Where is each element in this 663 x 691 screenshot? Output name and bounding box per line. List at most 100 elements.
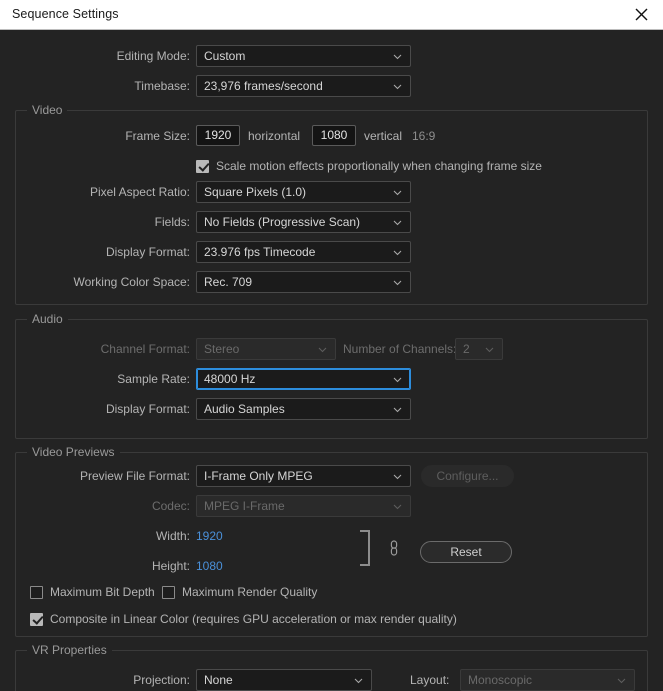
- audio-display-format-dropdown[interactable]: Audio Samples: [196, 398, 411, 420]
- audio-display-format-label: Display Format:: [105, 402, 190, 416]
- dialog-titlebar: Sequence Settings: [0, 0, 663, 30]
- codec-label: Codec:: [151, 499, 190, 513]
- scale-motion-label: Scale motion effects proportionally when…: [216, 159, 542, 173]
- num-channels-value: 2: [463, 342, 470, 356]
- video-display-format-dropdown[interactable]: 23.976 fps Timecode: [196, 241, 411, 263]
- checkbox-indicator: [30, 612, 43, 626]
- chevron-down-icon: [393, 278, 402, 287]
- color-space-value: Rec. 709: [204, 275, 253, 289]
- editing-mode-label: Editing Mode:: [116, 49, 190, 63]
- preview-file-format-value: I-Frame Only MPEG: [204, 469, 313, 483]
- reset-button[interactable]: Reset: [420, 541, 512, 563]
- maximum-bit-depth-label: Maximum Bit Depth: [50, 585, 155, 599]
- video-previews-group-title: Video Previews: [27, 445, 120, 459]
- horizontal-label: horizontal: [248, 129, 301, 143]
- chevron-down-icon: [393, 375, 402, 384]
- num-channels-label: Number of Channels:: [343, 342, 457, 356]
- sample-rate-dropdown[interactable]: 48000 Hz: [196, 368, 411, 390]
- checkbox-indicator: [196, 159, 209, 173]
- projection-dropdown[interactable]: None: [196, 669, 372, 691]
- chevron-down-icon: [393, 502, 402, 511]
- maximum-render-quality-checkbox[interactable]: Maximum Render Quality: [162, 583, 317, 601]
- video-display-format-value: 23.976 fps Timecode: [204, 245, 316, 259]
- dialog-title: Sequence Settings: [12, 7, 119, 21]
- video-display-format-label: Display Format:: [105, 245, 190, 259]
- timebase-dropdown[interactable]: 23,976 frames/second: [196, 75, 411, 97]
- close-icon: [635, 8, 647, 21]
- maximum-bit-depth-checkbox[interactable]: Maximum Bit Depth: [30, 583, 155, 601]
- preview-height-value[interactable]: 1080: [196, 555, 223, 577]
- frame-size-label: Frame Size:: [125, 129, 190, 143]
- frame-height-input[interactable]: 1080: [312, 125, 356, 146]
- timebase-label: Timebase:: [134, 79, 190, 93]
- chevron-down-icon: [393, 248, 402, 257]
- composite-linear-color-checkbox[interactable]: Composite in Linear Color (requires GPU …: [30, 610, 457, 628]
- pixel-aspect-value: Square Pixels (1.0): [204, 185, 307, 199]
- fields-dropdown[interactable]: No Fields (Progressive Scan): [196, 211, 411, 233]
- scale-motion-checkbox[interactable]: Scale motion effects proportionally when…: [196, 157, 542, 175]
- audio-group-title: Audio: [27, 312, 68, 326]
- audio-display-format-value: Audio Samples: [204, 402, 285, 416]
- video-group-title: Video: [27, 103, 68, 117]
- projection-value: None: [204, 673, 233, 687]
- fields-label: Fields:: [154, 215, 190, 229]
- checkbox-indicator: [162, 585, 175, 599]
- preview-height-row: Height:: [0, 555, 190, 577]
- channel-format-dropdown: Stereo: [196, 338, 336, 360]
- audio-display-format-row: Display Format:: [0, 398, 190, 420]
- chevron-down-icon: [393, 472, 402, 481]
- num-channels-dropdown: 2: [455, 338, 503, 360]
- aspect-ratio-text: 16:9: [412, 129, 436, 143]
- layout-value: Monoscopic: [468, 673, 533, 687]
- color-space-row: Working Color Space:: [0, 271, 191, 293]
- projection-label: Projection:: [133, 673, 190, 687]
- sequence-settings-dialog: Sequence Settings Editing Mode: Custom T…: [0, 0, 663, 691]
- layout-dropdown: Monoscopic: [460, 669, 635, 691]
- preview-height-label: Height:: [151, 559, 190, 573]
- sample-rate-value: 48000 Hz: [204, 372, 256, 386]
- composite-linear-color-label: Composite in Linear Color (requires GPU …: [50, 612, 457, 626]
- channel-format-value: Stereo: [204, 342, 240, 356]
- chain-link-icon[interactable]: [388, 538, 400, 558]
- checkbox-indicator: [30, 585, 43, 599]
- frame-size-row: Frame Size:: [0, 125, 190, 147]
- pixel-aspect-dropdown[interactable]: Square Pixels (1.0): [196, 181, 411, 203]
- sample-rate-row: Sample Rate:: [0, 368, 190, 390]
- chevron-down-icon: [393, 52, 402, 61]
- chevron-down-icon: [393, 218, 402, 227]
- vr-properties-group-title: VR Properties: [27, 643, 112, 657]
- editing-mode-value: Custom: [204, 49, 246, 63]
- editing-mode-dropdown[interactable]: Custom: [196, 45, 411, 67]
- frame-width-input[interactable]: 1920: [196, 125, 240, 146]
- codec-dropdown: MPEG I-Frame: [196, 495, 411, 517]
- color-space-dropdown[interactable]: Rec. 709: [196, 271, 411, 293]
- video-display-format-row: Display Format:: [0, 241, 190, 263]
- chevron-down-icon: [318, 345, 327, 354]
- preview-file-format-row: Preview File Format:: [0, 465, 190, 487]
- channel-format-row: Channel Format:: [0, 338, 190, 360]
- chevron-down-icon: [393, 82, 402, 91]
- pixel-aspect-row: Pixel Aspect Ratio:: [0, 181, 190, 203]
- preview-width-label: Width:: [155, 529, 190, 543]
- pixel-aspect-label: Pixel Aspect Ratio:: [89, 185, 190, 199]
- codec-value: MPEG I-Frame: [204, 499, 285, 513]
- dialog-body: Editing Mode: Custom Timebase: 23,976 fr…: [0, 30, 663, 691]
- chevron-down-icon: [354, 676, 363, 685]
- chevron-down-icon: [485, 345, 494, 354]
- editing-mode-row: Editing Mode:: [0, 45, 190, 67]
- fields-value: No Fields (Progressive Scan): [204, 215, 361, 229]
- timebase-value: 23,976 frames/second: [204, 79, 323, 93]
- close-button[interactable]: [619, 0, 663, 29]
- timebase-row: Timebase:: [0, 75, 190, 97]
- preview-width-row: Width:: [0, 525, 190, 547]
- codec-row: Codec:: [0, 495, 190, 517]
- configure-button: Configure...: [421, 465, 514, 487]
- maximum-render-quality-label: Maximum Render Quality: [182, 585, 318, 599]
- vertical-label: vertical: [364, 129, 403, 143]
- preview-file-format-dropdown[interactable]: I-Frame Only MPEG: [196, 465, 411, 487]
- preview-file-format-label: Preview File Format:: [79, 469, 190, 483]
- projection-row: Projection:: [0, 669, 190, 691]
- preview-width-value[interactable]: 1920: [196, 525, 223, 547]
- color-space-label: Working Color Space:: [73, 275, 191, 289]
- layout-label: Layout:: [410, 673, 450, 687]
